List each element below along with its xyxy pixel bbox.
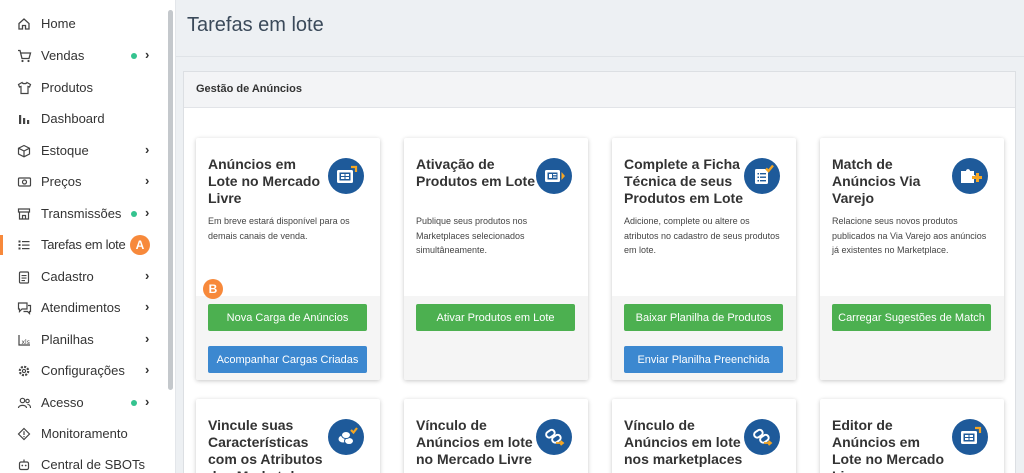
chevron-right-icon: ›: [145, 47, 150, 62]
card-ficha-tecnica: Complete a Ficha Técnica de seus Produto…: [612, 138, 796, 380]
chat-icon: [16, 300, 32, 316]
chevron-right-icon: ›: [145, 268, 150, 283]
batch-listing-icon: [328, 158, 364, 194]
card-editor-de-anuncios: Editor de Anúncios em Lote no Mercado Li…: [820, 399, 1004, 473]
sidebar-item-monitoramento[interactable]: Monitoramento: [0, 422, 166, 446]
card-title: Ativação de Produtos em Lote: [416, 156, 536, 189]
card-title: Editor de Anúncios em Lote no Mercado Li…: [832, 417, 945, 473]
chevron-right-icon: ›: [145, 394, 150, 409]
gear-icon: [16, 363, 32, 379]
card-description: Relacione seus novos produtos publicados…: [832, 216, 987, 255]
sidebar-item-label: Vendas: [41, 48, 85, 63]
robot-icon: [16, 457, 32, 473]
card-title: Anúncios em Lote no Mercado Livre: [208, 156, 321, 206]
marker-b-badge: B: [203, 279, 223, 299]
card-description: Em breve estará disponível para os demai…: [208, 216, 350, 241]
chevron-right-icon: ›: [145, 299, 150, 314]
box-icon: [16, 143, 32, 159]
page-title: Tarefas em lote: [187, 14, 324, 36]
acompanhar-cargas-criadas-button[interactable]: Acompanhar Cargas Criadas: [208, 346, 367, 373]
card-description: Adicione, complete ou altere os atributo…: [624, 216, 780, 255]
card-vinculo-marketplaces: Vínculo de Anúncios em lote nos marketpl…: [612, 399, 796, 473]
nova-carga-de-anuncios-button[interactable]: Nova Carga de Anúncios: [208, 304, 367, 331]
clipboard-icon: [16, 269, 32, 285]
link-icon: [536, 419, 572, 455]
sidebar-item-label: Produtos: [41, 80, 94, 95]
sidebar-item-label: Central de SBOTs: [41, 457, 146, 472]
list-icon: [16, 237, 32, 253]
ativar-produtos-em-lote-button[interactable]: Ativar Produtos em Lote: [416, 304, 575, 331]
sidebar-item-label: Configurações: [41, 363, 125, 378]
sidebar-item-label: Preços: [41, 174, 82, 189]
cart-icon: [16, 48, 32, 64]
chevron-right-icon: ›: [145, 142, 150, 157]
link-icon: [744, 419, 780, 455]
sidebar-item-label: Home: [41, 16, 76, 31]
diamond-icon: [16, 426, 32, 442]
checklist-icon: [744, 158, 780, 194]
sidebar-item-label: Monitoramento: [41, 426, 128, 441]
card-title: Vínculo de Anúncios em lote no Mercado L…: [416, 417, 533, 467]
sidebar-item-label: Estoque: [41, 143, 89, 158]
card-vincule-caracteristicas: Vincule suas Características com os Atri…: [196, 399, 380, 473]
sidebar: Home Vendas › Produtos Dashboard Estoque…: [0, 0, 176, 473]
coins-icon: [328, 419, 364, 455]
sidebar-item-label: Transmissões: [41, 206, 122, 221]
sidebar-item-precos[interactable]: Preços ›: [0, 170, 166, 194]
sidebar-item-produtos[interactable]: Produtos: [0, 76, 166, 100]
chevron-right-icon: ›: [145, 205, 150, 220]
baixar-planilha-de-produtos-button[interactable]: Baixar Planilha de Produtos: [624, 304, 783, 331]
card-title: Complete a Ficha Técnica de seus Produto…: [624, 156, 744, 206]
carregar-sugestoes-de-match-button[interactable]: Carregar Sugestões de Match: [832, 304, 991, 331]
home-icon: [16, 16, 32, 32]
sidebar-item-dashboard[interactable]: Dashboard: [0, 107, 166, 131]
card-ativacao-de-produtos: Ativação de Produtos em Lote Publique se…: [404, 138, 588, 380]
bar-chart-icon: [16, 111, 32, 127]
shirt-icon: [16, 80, 32, 96]
chevron-right-icon: ›: [145, 173, 150, 188]
store-icon: [16, 206, 32, 222]
title-divider: [176, 56, 1024, 57]
sidebar-item-central-de-sbots[interactable]: Central de SBOTs: [0, 453, 166, 473]
money-icon: [16, 174, 32, 190]
sidebar-item-label: Cadastro: [41, 269, 94, 284]
card-match-via-varejo: Match de Anúncios Via Varejo Relacione s…: [820, 138, 1004, 380]
sidebar-item-transmissoes[interactable]: Transmissões ›: [0, 202, 166, 226]
sidebar-item-label: Dashboard: [41, 111, 105, 126]
card-title: Vincule suas Características com os Atri…: [208, 417, 326, 473]
users-icon: [16, 395, 32, 411]
sidebar-item-configuracoes[interactable]: Configurações ›: [0, 359, 166, 383]
sidebar-item-label: Planilhas: [41, 332, 94, 347]
svg-text:xls: xls: [21, 339, 29, 346]
panel-title: Gestão de Anúncios: [196, 83, 302, 95]
card-description: Publique seus produtos nos Marketplaces …: [416, 216, 528, 255]
sidebar-item-label: Atendimentos: [41, 300, 121, 315]
sidebar-item-atendimentos[interactable]: Atendimentos ›: [0, 296, 166, 320]
chevron-right-icon: ›: [145, 331, 150, 346]
status-dot: [131, 53, 137, 59]
marker-a-badge: A: [130, 235, 150, 255]
enviar-planilha-preenchida-button[interactable]: Enviar Planilha Preenchida: [624, 346, 783, 373]
sidebar-item-planilhas[interactable]: xls Planilhas ›: [0, 328, 166, 352]
batch-listing-icon: [952, 419, 988, 455]
status-dot: [131, 400, 137, 406]
card-title: Vínculo de Anúncios em lote nos marketpl…: [624, 417, 743, 467]
sidebar-item-estoque[interactable]: Estoque ›: [0, 139, 166, 163]
chevron-right-icon: ›: [145, 362, 150, 377]
card-title: Match de Anúncios Via Varejo: [832, 156, 921, 206]
panel-header: Gestão de Anúncios: [184, 72, 1015, 108]
sidebar-item-vendas[interactable]: Vendas ›: [0, 44, 166, 68]
card-anuncios-em-lote: Anúncios em Lote no Mercado Livre Em bre…: [196, 138, 380, 380]
puzzle-icon: [952, 158, 988, 194]
card-vinculo-mercado-livre: Vínculo de Anúncios em lote no Mercado L…: [404, 399, 588, 473]
sidebar-item-acesso[interactable]: Acesso ›: [0, 391, 166, 415]
status-dot: [131, 211, 137, 217]
sidebar-scrollbar[interactable]: [168, 10, 173, 390]
sidebar-item-cadastro[interactable]: Cadastro ›: [0, 265, 166, 289]
sidebar-item-label: Acesso: [41, 395, 84, 410]
spreadsheet-icon: xls: [16, 332, 32, 348]
activate-products-icon: [536, 158, 572, 194]
sidebar-item-label: Tarefas em lote: [41, 237, 126, 252]
sidebar-item-home[interactable]: Home: [0, 12, 166, 36]
